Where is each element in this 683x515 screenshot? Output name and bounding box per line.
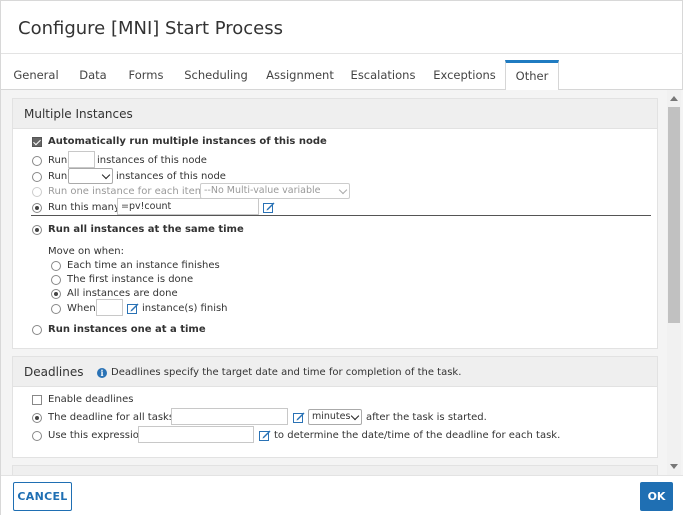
tab-escalations[interactable]: Escalations <box>345 60 421 90</box>
when-count-input[interactable] <box>96 299 123 316</box>
multi-value-variable-select[interactable]: --No Multi-value variable found <box>200 183 350 210</box>
deadline-all-tasks-input[interactable] <box>171 408 288 425</box>
run-this-many-label: Run this many: <box>48 202 123 213</box>
auto-run-label: Automatically run multiple instances of … <box>48 136 327 147</box>
dialog-title: Configure [MNI] Start Process <box>18 18 284 39</box>
run-this-many-radio[interactable] <box>32 203 42 213</box>
move-on-when-label: When <box>67 303 96 314</box>
edit-when-icon[interactable] <box>127 303 139 314</box>
move-on-each-label: Each time an instance finishes <box>67 260 220 271</box>
dialog-footer: CANCEL OK <box>1 475 683 515</box>
header-divider <box>1 53 683 54</box>
deadline-expression-suffix: to determine the date/time of the deadli… <box>274 430 561 441</box>
run-select-suffix: instances of this node <box>116 171 226 182</box>
tab-scheduling[interactable]: Scheduling <box>177 60 255 90</box>
tab-bar: General Data Forms Scheduling Assignment… <box>1 60 683 91</box>
deadlines-info-text: Deadlines specify the target date and ti… <box>111 367 462 378</box>
auto-run-checkbox[interactable] <box>32 137 42 147</box>
enable-deadlines-label: Enable deadlines <box>48 394 134 405</box>
run-all-radio[interactable] <box>32 225 42 235</box>
edit-expression-icon[interactable] <box>263 202 275 213</box>
run-count-select[interactable] <box>68 168 113 184</box>
when-count-suffix: instance(s) finish <box>142 303 228 314</box>
deadline-all-tasks-label: The deadline for all tasks is <box>48 412 186 423</box>
run-all-label: Run all instances at the same time <box>48 224 244 235</box>
tab-general[interactable]: General <box>6 60 66 90</box>
cancel-button[interactable]: CANCEL <box>13 482 72 511</box>
chevron-down-icon <box>350 411 360 421</box>
deadline-expression-input[interactable] <box>138 426 254 443</box>
next-panel-header <box>13 466 657 475</box>
run-count-label: Run <box>48 155 68 166</box>
configure-dialog: Configure [MNI] Start Process General Da… <box>0 0 683 515</box>
run-count-suffix: instances of this node <box>97 155 207 166</box>
tab-exceptions[interactable]: Exceptions <box>427 60 502 90</box>
chevron-down-icon <box>338 185 348 195</box>
move-on-all-label: All instances are done <box>67 288 178 299</box>
deadline-expression-label: Use this expression <box>48 430 146 441</box>
next-panel <box>12 465 658 475</box>
run-select-label: Run <box>48 171 68 182</box>
edit-deadline-expression-icon[interactable] <box>259 430 271 441</box>
run-select-radio[interactable] <box>32 172 42 182</box>
run-count-radio[interactable] <box>32 156 42 166</box>
deadlines-panel: Deadlines i Deadlines specify the target… <box>12 356 658 458</box>
scroll-up-icon[interactable] <box>670 96 678 101</box>
deadline-unit-select[interactable]: minutes <box>308 409 362 425</box>
move-on-each-radio[interactable] <box>51 261 61 271</box>
multiple-instances-header: Multiple Instances <box>13 99 657 129</box>
deadlines-title: Deadlines <box>24 365 84 379</box>
ok-button[interactable]: OK <box>640 482 673 511</box>
scrollbar[interactable] <box>667 90 681 475</box>
content-scroll-area: Multiple Instances Automatically run mul… <box>1 90 683 475</box>
chevron-down-icon <box>101 170 111 180</box>
run-this-many-input[interactable]: =pv!count <box>117 198 259 215</box>
one-at-a-time-radio[interactable] <box>32 325 42 335</box>
move-on-all-radio[interactable] <box>51 289 61 299</box>
tab-forms[interactable]: Forms <box>121 60 171 90</box>
move-on-first-radio[interactable] <box>51 275 61 285</box>
run-each-item-radio[interactable] <box>32 187 42 197</box>
tab-assignment[interactable]: Assignment <box>262 60 338 90</box>
deadline-unit-select-value: minutes <box>312 411 351 422</box>
run-each-item-label: Run one instance for each item in <box>48 186 217 197</box>
move-on-label: Move on when: <box>48 246 125 257</box>
scrollbar-thumb[interactable] <box>668 107 680 323</box>
deadlines-header: Deadlines i Deadlines specify the target… <box>13 357 657 387</box>
after-started-label: after the task is started. <box>366 412 487 423</box>
tab-other[interactable]: Other <box>505 60 559 91</box>
deadline-all-tasks-radio[interactable] <box>32 413 42 423</box>
info-icon: i <box>97 368 107 378</box>
edit-deadline-icon[interactable] <box>293 412 305 423</box>
section-divider <box>31 215 651 216</box>
enable-deadlines-checkbox[interactable] <box>32 395 42 405</box>
run-count-input[interactable] <box>68 151 95 168</box>
deadline-expression-radio[interactable] <box>32 431 42 441</box>
tab-data[interactable]: Data <box>72 60 114 90</box>
one-at-a-time-label: Run instances one at a time <box>48 324 206 335</box>
scroll-down-icon[interactable] <box>670 464 678 469</box>
multiple-instances-panel: Multiple Instances Automatically run mul… <box>12 98 658 349</box>
multiple-instances-title: Multiple Instances <box>24 107 133 121</box>
move-on-first-label: The first instance is done <box>67 274 194 285</box>
move-on-when-radio[interactable] <box>51 304 61 314</box>
